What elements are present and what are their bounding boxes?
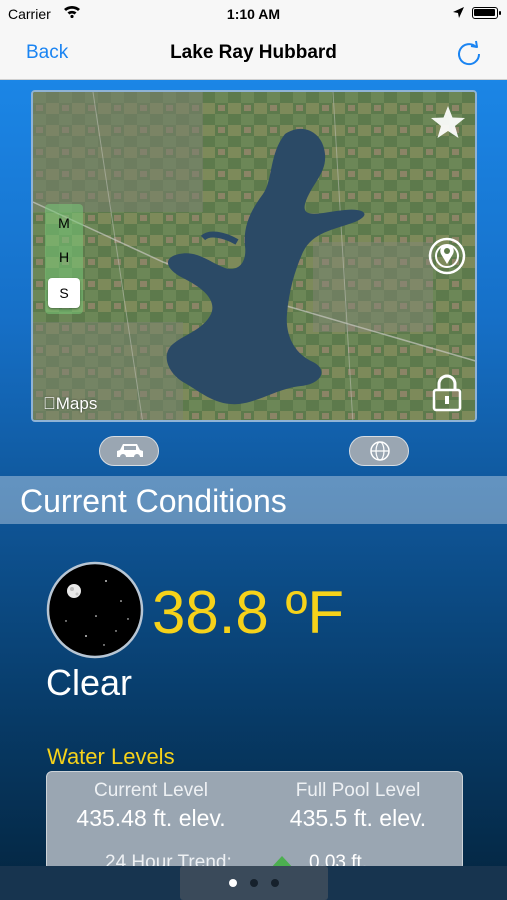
weather-condition: Clear (46, 662, 133, 703)
lock-icon[interactable] (431, 374, 463, 412)
current-level-value: 435.48 ft. elev. (76, 805, 226, 831)
page-dot-3[interactable] (271, 879, 279, 887)
water-levels-title: Water Levels (47, 744, 175, 769)
current-level-label: Current Level (93, 780, 209, 801)
status-bar: Carrier 1:10 AM (0, 0, 507, 28)
globe-icon (370, 441, 390, 461)
navigation-bar: Back Lake Ray Hubbard (0, 28, 507, 80)
page-title: Lake Ray Hubbard (170, 42, 337, 63)
section-title: Current Conditions (20, 483, 287, 519)
map-imagery (33, 92, 475, 420)
web-button[interactable] (349, 436, 409, 466)
page-dot-2[interactable] (250, 879, 258, 887)
current-conditions-header: Current Conditions (0, 476, 507, 524)
favorite-star-icon[interactable] (429, 104, 467, 142)
maps-attribution-label: Maps (43, 394, 98, 413)
page-dot-1[interactable] (229, 879, 237, 887)
refresh-icon[interactable] (454, 38, 484, 68)
satellite-map[interactable]: M H S Maps (31, 90, 477, 422)
water-levels-panel: Current Level 435.48 ft. elev. Full Pool… (46, 771, 463, 871)
full-pool-level-label: Full Pool Level (295, 780, 421, 801)
location-tracking-icon[interactable] (427, 236, 467, 276)
map-type-h[interactable]: H (45, 242, 83, 272)
location-arrow-icon (453, 7, 464, 18)
directions-button[interactable] (99, 436, 159, 466)
car-icon (117, 444, 143, 460)
clear-night-moon-icon (46, 561, 144, 659)
battery-icon (472, 7, 501, 19)
map-type-s[interactable]: S (48, 278, 80, 308)
temperature-value: 38.8 ºF (152, 579, 345, 646)
maps-attribution: Maps (43, 394, 97, 414)
page-control (180, 866, 328, 900)
map-type-m[interactable]: M (45, 208, 83, 238)
clock: 1:10 AM (226, 6, 281, 22)
full-pool-level-value: 435.5 ft. elev. (289, 805, 427, 831)
map-type-selector: M H S (45, 204, 83, 314)
apple-logo-icon:  (43, 394, 56, 413)
back-button[interactable]: Back (26, 42, 68, 64)
